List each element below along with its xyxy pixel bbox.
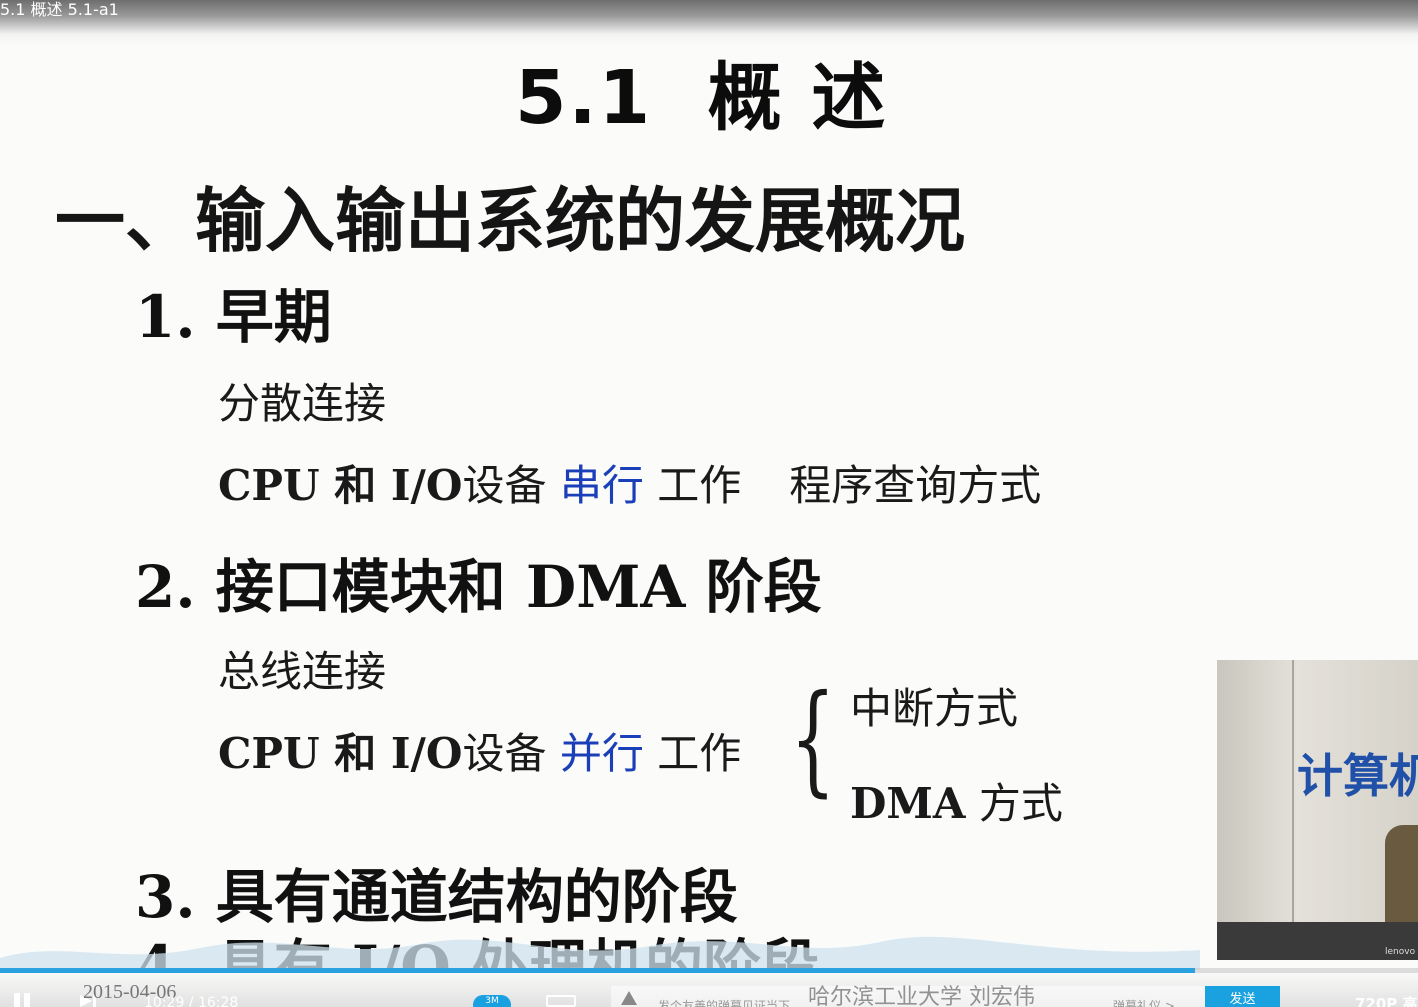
slide-title: 5.1 概 述	[515, 55, 888, 141]
video-title: 5.1 概述 5.1-a1	[0, 0, 119, 19]
danmaku-etiquette-link[interactable]: 弹幕礼仪 >	[1113, 997, 1175, 1007]
section-1-connection: 分散连接	[218, 379, 387, 428]
send-button[interactable]: 发送	[1205, 986, 1280, 1007]
parallel-mode-text: 并行	[559, 729, 644, 778]
serial-mode-text: 串行	[559, 461, 644, 510]
device-text: 设备	[462, 461, 560, 510]
work-text: 工作	[643, 729, 742, 778]
slide-heading: 一、输入输出系统的发展概况	[55, 180, 965, 262]
danmaku-placeholder: 发个友善的弹幕见证当下	[658, 999, 791, 1007]
monitor-brand: lenovo	[1385, 947, 1416, 957]
work-text: 工作	[643, 461, 742, 510]
section-2-line: CPU 和 I/O设备 并行 工作	[218, 720, 741, 781]
camera-sign: 计算机	[1297, 749, 1418, 803]
danmaku-settings-icon[interactable]	[546, 995, 576, 1007]
cpu-io-text: CPU 和 I/O	[218, 729, 463, 778]
player-controls: 2015-04-06 10:29 / 16:28 3M 发个友善的弹幕见证当下 …	[0, 973, 1418, 1007]
cpu-io-text: CPU 和 I/O	[218, 461, 463, 510]
time-display: 10:29 / 16:28	[144, 995, 239, 1007]
lecturer-figure	[1385, 825, 1418, 925]
lecturer-camera-view: 计算机 lenovo	[1217, 660, 1418, 960]
section-2-connection: 总线连接	[218, 647, 387, 696]
polling-method-text: 程序查询方式	[789, 461, 1042, 510]
quality-selector[interactable]: 720P 高	[1355, 993, 1418, 1007]
wave-decoration	[0, 936, 1200, 970]
section-2-label: 2. 接口模块和 DMA 阶段	[135, 553, 822, 621]
section-1-line: CPU 和 I/O设备 串行 工作 程序查询方式	[218, 452, 1041, 513]
device-text: 设备	[462, 729, 560, 778]
section-1-label: 1. 早期	[135, 283, 332, 351]
curly-brace: {	[790, 670, 836, 809]
danmaku-toggle-icon[interactable]: 3M	[473, 995, 511, 1007]
pause-icon[interactable]	[12, 993, 34, 1007]
warning-icon	[621, 991, 637, 1005]
interrupt-option: 中断方式	[850, 684, 1019, 733]
dma-option: DMA 方式	[850, 779, 1063, 828]
lecturer-watermark: 哈尔滨工业大学 刘宏伟	[808, 985, 1035, 1007]
